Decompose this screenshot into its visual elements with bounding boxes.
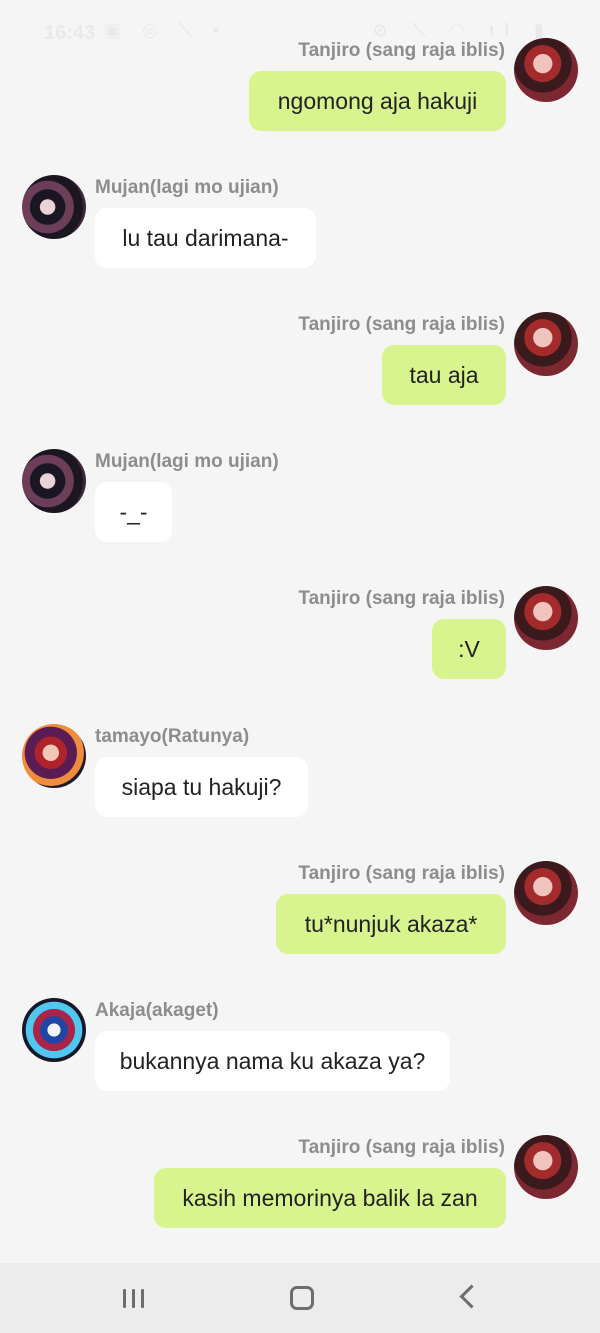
tanjiro-avatar[interactable]	[514, 1135, 578, 1199]
navigation-bar	[0, 1263, 600, 1333]
recent-apps-icon[interactable]	[120, 1285, 150, 1311]
message-bubble[interactable]: siapa tu hakuji?	[95, 757, 308, 817]
sender-name: Mujan(lagi mo ujian)	[95, 177, 279, 198]
message-bubble[interactable]: lu tau darimana-	[95, 208, 316, 268]
sender-name: Tanjiro (sang raja iblis)	[298, 1137, 505, 1158]
tanjiro-avatar[interactable]	[514, 586, 578, 650]
mujan-avatar[interactable]	[22, 449, 86, 513]
message-bubble[interactable]: :V	[432, 619, 506, 679]
tamayo-avatar[interactable]	[22, 724, 86, 788]
tanjiro-avatar[interactable]	[514, 861, 578, 925]
message-bubble[interactable]: kasih memorinya balik la zan	[154, 1168, 506, 1228]
sender-name: Tanjiro (sang raja iblis)	[298, 588, 505, 609]
home-icon[interactable]	[290, 1286, 314, 1310]
status-time: 16:43	[44, 22, 96, 44]
message-bubble[interactable]: -_-	[95, 482, 172, 542]
sender-name: Tanjiro (sang raja iblis)	[298, 863, 505, 884]
mujan-avatar[interactable]	[22, 175, 86, 239]
message-bubble[interactable]: bukannya nama ku akaza ya?	[95, 1031, 450, 1091]
status-left-icons: ▣ ◎ ⟍ •	[104, 20, 227, 40]
message-bubble[interactable]: tu*nunjuk akaza*	[276, 894, 506, 954]
akaja-avatar[interactable]	[22, 998, 86, 1062]
sender-name: Tanjiro (sang raja iblis)	[298, 314, 505, 335]
sender-name: tamayo(Ratunya)	[95, 726, 250, 747]
tanjiro-avatar[interactable]	[514, 38, 578, 102]
tanjiro-avatar[interactable]	[514, 312, 578, 376]
sender-name: Akaja(akaget)	[95, 1000, 219, 1021]
back-icon[interactable]	[459, 1284, 484, 1309]
status-right-icons: ⊘ ⟍ ◠ ıl ▮	[372, 20, 554, 40]
sender-name: Mujan(lagi mo ujian)	[95, 451, 279, 472]
message-bubble[interactable]: tau aja	[382, 345, 506, 405]
sender-name: Tanjiro (sang raja iblis)	[298, 40, 505, 61]
message-bubble[interactable]: ngomong aja hakuji	[249, 71, 506, 131]
